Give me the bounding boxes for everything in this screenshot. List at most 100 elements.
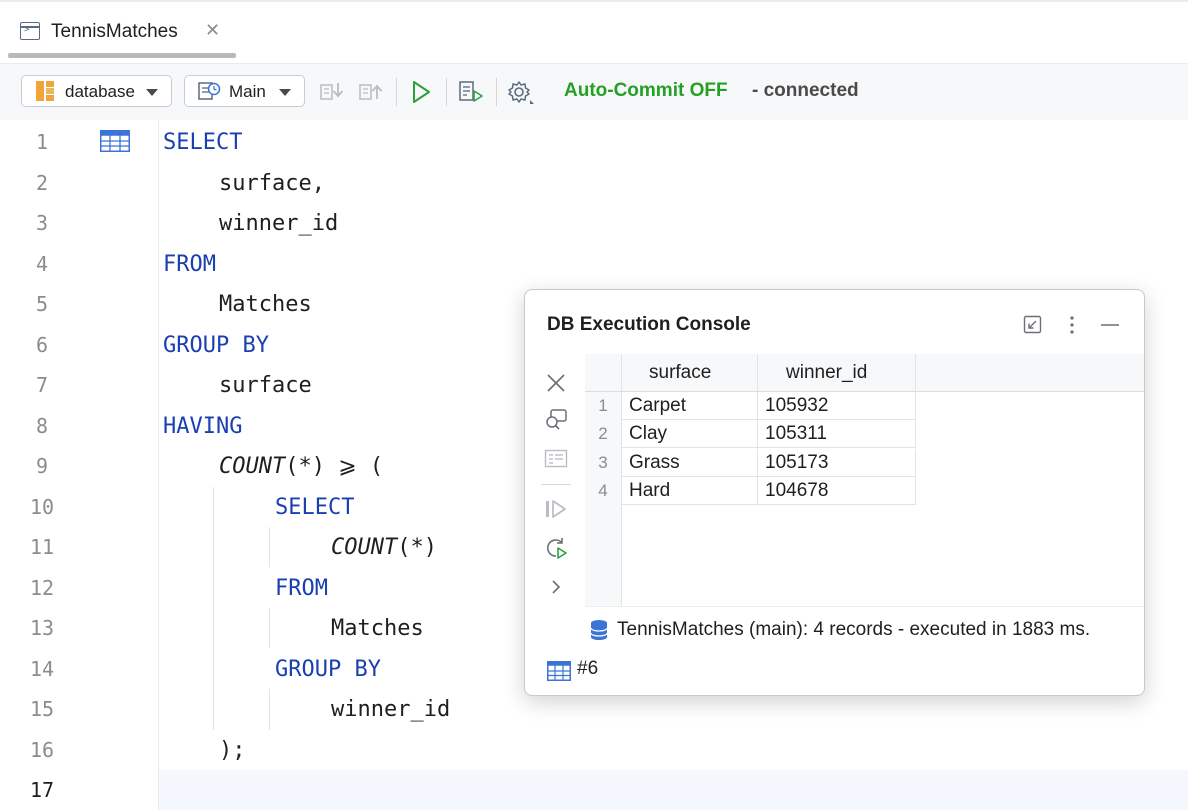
row-number: 1 <box>598 396 608 415</box>
indent-guide <box>269 689 270 730</box>
line-number: 7 <box>35 373 49 397</box>
tab-label: TennisMatches <box>51 21 178 42</box>
search-results-icon[interactable] <box>543 407 569 433</box>
line-number: 1 <box>35 130 49 154</box>
chevron-down-icon <box>146 89 158 96</box>
more-options-icon[interactable] <box>1061 314 1083 336</box>
line-number: 13 <box>29 616 55 640</box>
toolbar-separator <box>496 78 497 106</box>
code-line-9: COUNT(*) ⩾ ( <box>219 452 383 482</box>
upload-changes-icon[interactable] <box>357 78 385 106</box>
row-number: 4 <box>598 481 608 500</box>
column-header-surface[interactable]: surface <box>622 354 758 392</box>
function-name: COUNT <box>331 535 398 560</box>
code-line-5: Matches <box>219 292 312 317</box>
code-line-11: COUNT(*) <box>331 533 437 563</box>
code-text: (*) ⩾ ( <box>285 454 384 479</box>
schema-dropdown[interactable]: Main <box>184 75 305 107</box>
line-number: 3 <box>35 211 49 235</box>
table-icon <box>547 661 571 681</box>
chevron-right-icon[interactable] <box>543 574 569 600</box>
line-number: 11 <box>29 535 55 559</box>
indent-guide <box>269 608 270 648</box>
download-changes-icon[interactable] <box>318 78 346 106</box>
db-execution-console: DB Execution Console surface winner_id 1… <box>524 289 1145 696</box>
function-name: COUNT <box>219 454 286 479</box>
code-line-3: winner_id <box>219 211 339 236</box>
explain-plan-icon[interactable] <box>457 78 485 106</box>
line-number-current: 17 <box>29 778 55 802</box>
code-line-15: winner_id <box>331 697 451 722</box>
table-cell[interactable]: 104678 <box>758 477 916 505</box>
code-line-1: SELECT <box>163 130 243 155</box>
line-number: 15 <box>29 697 55 721</box>
editor-toolbar: database Main Auto-Commit OFF - connecte… <box>0 64 1188 120</box>
code-line-16: ); <box>219 738 246 763</box>
console-status-bar: TennisMatches (main): 4 records - execut… <box>585 606 1144 651</box>
code-line-14: GROUP BY <box>275 657 381 682</box>
close-icon[interactable]: ✕ <box>205 20 220 41</box>
autocommit-status[interactable]: Auto-Commit OFF <box>564 80 728 102</box>
chevron-down-icon <box>279 89 291 96</box>
line-number: 5 <box>35 292 49 316</box>
tab-bar: TennisMatches ✕ <box>0 0 1188 64</box>
result-table-icon[interactable] <box>100 130 130 152</box>
line-number: 4 <box>35 252 49 276</box>
tab-active-indicator <box>8 53 236 58</box>
column-header-filler <box>916 354 1144 392</box>
datasource-icon <box>36 81 56 101</box>
tab-tennismatches[interactable]: TennisMatches ✕ <box>8 10 236 58</box>
console-side-toolbar <box>525 354 586 606</box>
line-number: 16 <box>29 738 55 762</box>
result-grid[interactable]: surface winner_id 1 Carpet 105932 2 Clay… <box>585 354 1144 606</box>
database-icon <box>590 620 608 640</box>
table-cell[interactable]: 105932 <box>758 392 916 420</box>
datasource-label: database <box>65 82 135 101</box>
column-header-winner-id[interactable]: winner_id <box>758 354 916 392</box>
connection-status: - connected <box>752 80 859 101</box>
line-number: 14 <box>29 657 55 681</box>
gear-icon[interactable] <box>506 78 534 106</box>
line-number: 12 <box>29 576 55 600</box>
current-line-highlight <box>0 770 1188 810</box>
grid-corner <box>585 354 622 392</box>
console-title: DB Execution Console <box>547 314 751 335</box>
line-number: 9 <box>35 454 49 478</box>
row-number: 3 <box>598 453 608 472</box>
close-icon[interactable] <box>543 370 569 396</box>
line-number: 10 <box>29 495 55 519</box>
code-line-7: surface <box>219 373 312 398</box>
schema-label: Main <box>229 82 266 101</box>
indent-guide <box>213 487 214 730</box>
console-file-icon <box>20 22 40 40</box>
line-number-gutter: 1 2 3 4 5 6 7 8 9 10 11 12 13 14 15 16 1… <box>0 120 159 810</box>
result-tab-label[interactable]: #6 <box>577 658 598 680</box>
code-line-2: surface, <box>219 171 325 196</box>
code-line-12: FROM <box>275 576 328 601</box>
code-line-8: HAVING <box>163 414 243 439</box>
execution-summary: TennisMatches (main): 4 records - execut… <box>617 619 1091 640</box>
code-text: (*) <box>397 535 437 560</box>
restore-window-icon[interactable] <box>1022 314 1044 336</box>
sidebar-separator <box>541 484 571 485</box>
toolbar-separator <box>396 78 397 106</box>
resume-icon[interactable] <box>543 496 569 522</box>
line-number: 6 <box>35 333 49 357</box>
table-cell[interactable]: 105173 <box>758 449 916 477</box>
result-tabs: #6 <box>525 652 1144 692</box>
line-number: 8 <box>35 414 49 438</box>
table-cell[interactable]: Hard <box>622 477 758 505</box>
toolbar-separator <box>446 78 447 106</box>
table-cell[interactable]: Grass <box>622 449 758 477</box>
run-icon[interactable] <box>407 78 435 106</box>
table-cell[interactable]: Clay <box>622 420 758 448</box>
table-cell[interactable]: Carpet <box>622 392 758 420</box>
minimize-icon[interactable] <box>1099 314 1121 336</box>
table-cell[interactable]: 105311 <box>758 420 916 448</box>
record-view-icon[interactable] <box>543 446 569 472</box>
schema-icon <box>198 82 221 100</box>
datasource-dropdown[interactable]: database <box>21 75 172 107</box>
rerun-icon[interactable] <box>543 535 569 561</box>
code-line-4: FROM <box>163 252 216 277</box>
row-number: 2 <box>598 424 608 443</box>
